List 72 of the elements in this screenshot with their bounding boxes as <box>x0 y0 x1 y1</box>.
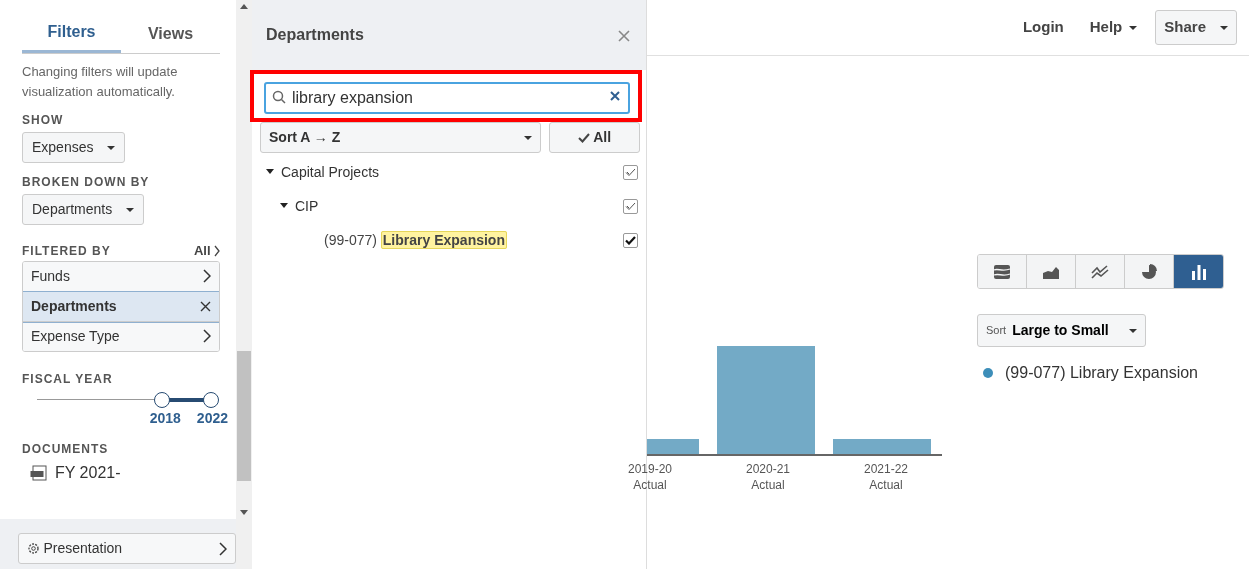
tree-item[interactable]: CIP <box>295 195 319 217</box>
all-filters-link[interactable]: All <box>193 241 220 261</box>
axis-label: 2019-20 <box>626 462 673 478</box>
document-link[interactable]: FY 2021- <box>30 461 220 486</box>
chart-type-button[interactable] <box>1174 255 1223 288</box>
select-all-button[interactable]: All <box>548 122 640 153</box>
show-dropdown[interactable]: Expenses <box>22 132 126 163</box>
clear-icon[interactable] <box>610 91 620 101</box>
chevron-right-icon <box>219 541 227 556</box>
caret-down-icon[interactable] <box>266 168 274 176</box>
help-menu[interactable]: Help <box>1081 12 1146 43</box>
check-icon <box>577 132 590 143</box>
bar <box>647 439 699 454</box>
sort-dropdown[interactable]: Sort Large to Small <box>977 314 1146 347</box>
caret-icon <box>126 207 135 212</box>
year-label: 2022 <box>196 409 228 427</box>
breakdown-dropdown[interactable]: Departments <box>22 194 145 225</box>
panel-title: Departments <box>266 25 364 45</box>
stream-chart-icon <box>993 263 1011 280</box>
search-field[interactable]: library expansion <box>264 82 630 114</box>
sidebar-tab[interactable]: Views <box>121 12 220 53</box>
gear-icon <box>27 542 40 555</box>
checkbox[interactable] <box>623 232 638 248</box>
pie-chart-icon <box>1140 263 1158 280</box>
caret-icon <box>523 135 532 140</box>
section-label: SHOW <box>22 112 65 129</box>
login-link[interactable]: Login <box>1014 12 1072 43</box>
chevron-right-icon <box>214 244 220 257</box>
chevron-right-icon <box>203 329 211 343</box>
chart-type-button[interactable] <box>1076 255 1125 288</box>
pdf-file-icon <box>30 465 48 482</box>
slider-thumb[interactable] <box>203 391 219 408</box>
slider-thumb[interactable] <box>154 391 171 408</box>
caret-icon <box>1220 25 1228 30</box>
section-label: DOCUMENTS <box>22 441 110 459</box>
filter-item[interactable]: Departments <box>23 291 219 322</box>
section-label: FILTERED BY <box>22 242 111 260</box>
chart-type-button[interactable] <box>1125 255 1174 288</box>
checkbox[interactable] <box>623 198 638 214</box>
axis-label: Actual <box>868 477 904 494</box>
axis-label: Actual <box>750 477 786 494</box>
axis-label: Actual <box>632 477 668 494</box>
section-label: FISCAL YEAR <box>22 370 114 388</box>
share-button[interactable]: Share <box>1155 10 1237 45</box>
caret-down-icon[interactable] <box>280 202 288 210</box>
filter-item[interactable]: Expense Type <box>23 321 219 351</box>
year-label: 2018 <box>149 409 181 427</box>
sidebar-tab[interactable]: Filters <box>22 12 121 53</box>
bar-chart-icon <box>1189 263 1208 280</box>
filter-note: Changing filters will update visualization automatically. <box>22 63 179 101</box>
scroll-up-icon <box>240 4 248 9</box>
axis-label: 2020-21 <box>744 462 791 478</box>
line-chart-icon <box>1091 263 1109 280</box>
axis-label: 2021-22 <box>862 462 909 478</box>
chevron-right-icon <box>203 269 211 283</box>
sort-dropdown[interactable]: Sort A → Z <box>260 122 541 153</box>
chart-type-button[interactable] <box>1027 255 1076 288</box>
caret-icon <box>107 145 116 150</box>
filter-item[interactable]: Funds <box>23 261 219 292</box>
close-icon <box>618 29 630 42</box>
legend-label: (99-077) Library Expansion <box>1005 363 1198 383</box>
caret-icon <box>1129 25 1138 30</box>
close-icon <box>200 300 211 312</box>
search-icon <box>272 90 286 104</box>
caret-icon <box>1128 328 1137 333</box>
scrollbar-thumb[interactable] <box>237 350 251 481</box>
scroll-down-icon <box>240 510 248 515</box>
checkbox[interactable] <box>623 164 638 180</box>
presentation-button[interactable]: Presentation <box>18 533 236 564</box>
tree-item[interactable]: Capital Projects <box>281 161 380 183</box>
chart-type-button[interactable] <box>978 255 1027 288</box>
section-label: BROKEN DOWN BY <box>22 174 151 191</box>
